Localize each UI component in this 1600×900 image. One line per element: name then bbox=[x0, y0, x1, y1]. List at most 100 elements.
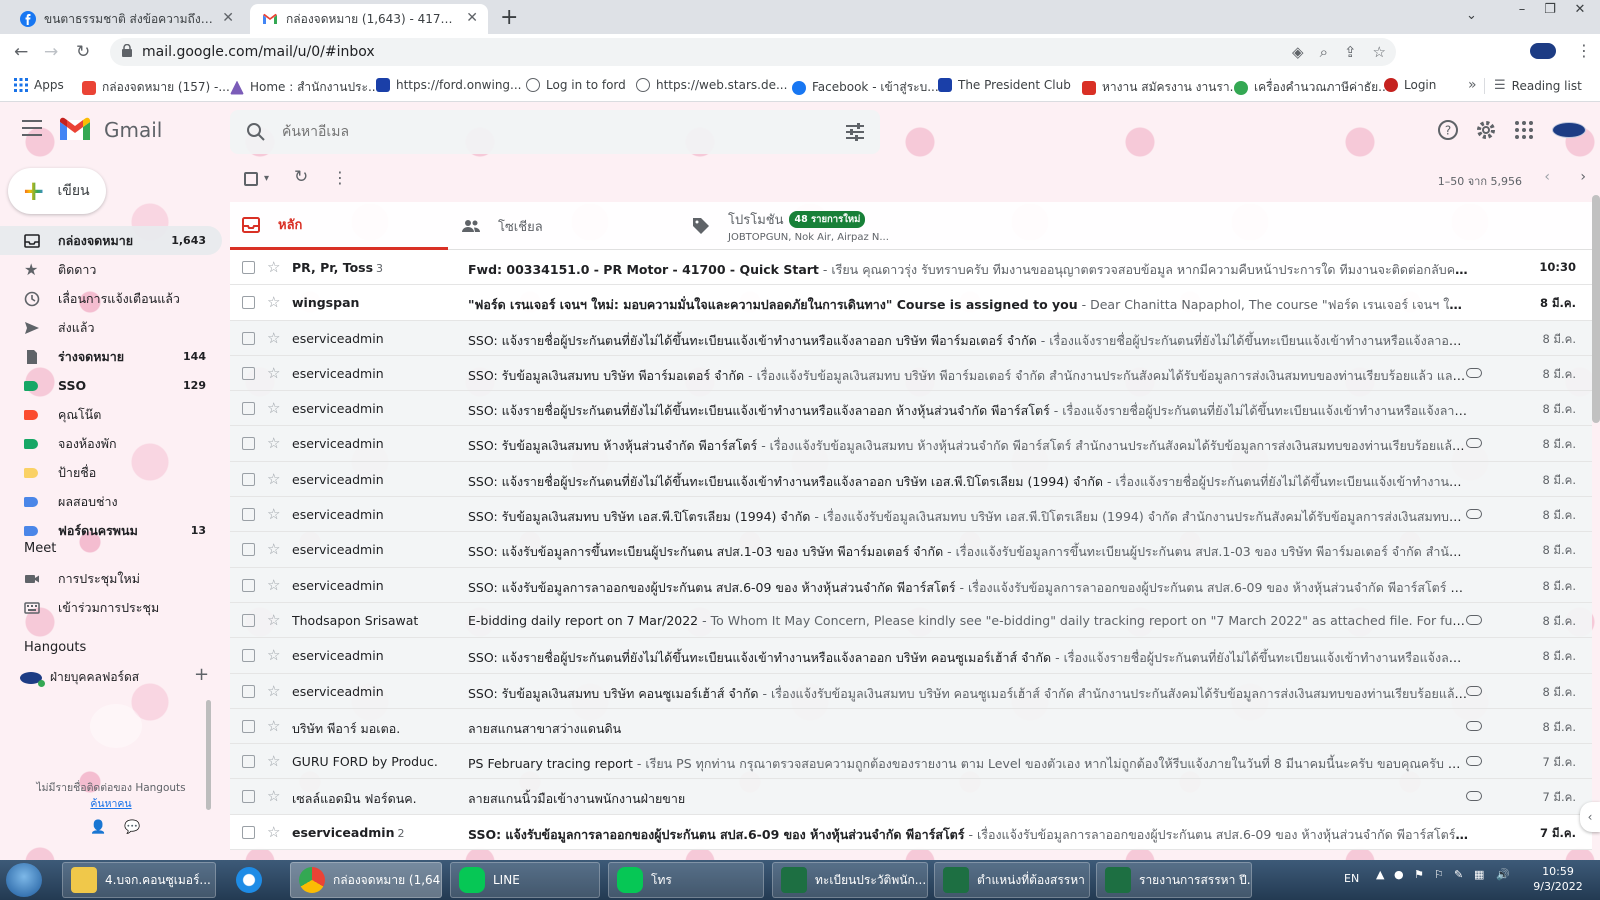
network-icon[interactable]: ▦ bbox=[1474, 868, 1484, 881]
taskbar-item-excel-3[interactable]: รายงานการสรรหา ปี... bbox=[1096, 862, 1252, 898]
star-icon[interactable]: ☆ bbox=[267, 540, 280, 558]
star-icon[interactable]: ☆ bbox=[267, 787, 280, 805]
email-row[interactable]: ☆ eserviceadmin SSO: แจ้งรายชื่อผู้ประกันต… bbox=[230, 461, 1592, 498]
search-options-icon[interactable] bbox=[846, 123, 864, 141]
hangouts-user[interactable]: ฝ่ายบุคคลฟอร์ดส bbox=[20, 668, 139, 687]
star-icon[interactable]: ☆ bbox=[267, 752, 280, 770]
row-checkbox[interactable] bbox=[242, 755, 255, 769]
chevron-left-icon[interactable]: ‹ bbox=[1580, 802, 1600, 832]
language-indicator[interactable]: EN bbox=[1344, 872, 1359, 885]
star-icon[interactable]: ☆ bbox=[267, 434, 280, 452]
sidebar-item-label-booking[interactable]: จองห้องพัก bbox=[0, 429, 222, 458]
email-row[interactable]: ☆ wingspan "ฟอร์ด เรนเจอร์ เจนฯ ใหม่: มอบค… bbox=[230, 285, 1592, 321]
new-tab-button[interactable]: + bbox=[500, 5, 518, 30]
row-checkbox[interactable] bbox=[242, 331, 255, 345]
chevron-right-icon[interactable]: › bbox=[1580, 169, 1586, 185]
account-avatar[interactable] bbox=[1552, 122, 1586, 138]
star-icon[interactable]: ☆ bbox=[267, 470, 280, 488]
main-scrollbar[interactable] bbox=[1592, 195, 1600, 423]
attachment-icon[interactable] bbox=[1466, 367, 1482, 378]
row-checkbox[interactable] bbox=[242, 508, 255, 522]
bookmark-star-icon[interactable]: ☆ bbox=[1373, 43, 1386, 61]
bookmark-gmail[interactable]: กล่องจดหมาย (157) -... bbox=[82, 78, 230, 97]
star-icon[interactable]: ☆ bbox=[267, 329, 280, 347]
tab-social[interactable]: โซเชียล bbox=[452, 202, 678, 250]
email-row[interactable]: ☆ eserviceadmin SSO: รับข้อมูลเงินสมทบ บริ… bbox=[230, 673, 1592, 709]
email-row[interactable]: ☆ เซลล์แอดมิน ฟอร์ดนค. ลายสแกนนิ้วมือเข้าง… bbox=[230, 779, 1592, 815]
meet-new-meeting[interactable]: การประชุมใหม่ bbox=[0, 564, 222, 593]
compose-button[interactable]: + เขียน bbox=[8, 168, 106, 214]
bookmark-home[interactable]: Home : สำนักงานประ... bbox=[230, 78, 379, 97]
bookmark-tax-calculator[interactable]: เครื่องคำนวณภาษีค่าธัย... bbox=[1234, 78, 1390, 97]
attachment-icon[interactable] bbox=[1466, 685, 1482, 696]
meet-join-meeting[interactable]: เข้าร่วมการประชุม bbox=[0, 593, 222, 622]
browser-tab-gmail[interactable]: กล่องจดหมาย (1,643) - 41700.hr@... ✕ bbox=[250, 4, 488, 34]
sidebar-item-label-badge[interactable]: ป้ายชื่อ bbox=[0, 458, 222, 487]
bookmark-apps[interactable]: Apps bbox=[14, 78, 64, 92]
email-row[interactable]: ☆ eserviceadmin SSO: รับข้อมูลเงินสมทบ บริ… bbox=[230, 497, 1592, 533]
row-checkbox[interactable] bbox=[242, 366, 255, 380]
taskbar-item-chrome[interactable]: กล่องจดหมาย (1,64... bbox=[290, 862, 442, 898]
volume-icon[interactable]: 🔊 bbox=[1496, 868, 1510, 881]
search-bar[interactable] bbox=[230, 110, 880, 154]
row-checkbox[interactable] bbox=[242, 402, 255, 416]
attachment-icon[interactable] bbox=[1466, 756, 1482, 767]
forward-arrow-icon[interactable]: → bbox=[44, 42, 58, 62]
sidebar-item-starred[interactable]: ★ ติดดาว bbox=[0, 255, 222, 284]
email-row[interactable]: ☆ บริษัท พีอาร์ มอเตอ. ลายสแกนสาขาสว่างแดน… bbox=[230, 708, 1592, 745]
star-icon[interactable]: ☆ bbox=[267, 682, 280, 700]
star-icon[interactable]: ☆ bbox=[267, 293, 280, 311]
star-icon[interactable]: ☆ bbox=[267, 717, 280, 735]
taskbar-item-excel-2[interactable]: ตำแหน่งที่ต้องสรรหา bbox=[934, 862, 1090, 898]
system-clock[interactable]: 10:59 9/3/2022 bbox=[1526, 864, 1590, 894]
sidebar-item-sent[interactable]: ส่งแล้ว bbox=[0, 313, 222, 342]
reading-list[interactable]: ☰ Reading list bbox=[1494, 78, 1582, 93]
show-hidden-icons-icon[interactable]: ▲ bbox=[1376, 868, 1384, 881]
taskbar-item-line[interactable]: LINE bbox=[450, 862, 600, 898]
email-row[interactable]: ☆ eserviceadmin SSO: แจ้งรายชื่อผู้ประกันต… bbox=[230, 638, 1592, 674]
browser-tab-facebook[interactable]: ขนตาธรรมชาติ ส่งข้อความถึงคุณ ✕ bbox=[8, 4, 244, 34]
email-row[interactable]: ☆ eserviceadmin SSO: รับข้อมูลเงินสมทบ ห้า… bbox=[230, 426, 1592, 462]
star-icon[interactable]: ☆ bbox=[267, 576, 280, 594]
row-checkbox[interactable] bbox=[242, 578, 255, 592]
chevron-down-icon[interactable]: ▾ bbox=[264, 173, 269, 184]
email-row[interactable]: ☆ GURU FORD by Produc. PS February tracing… bbox=[230, 744, 1592, 780]
close-window-button[interactable]: ✕ bbox=[1566, 0, 1594, 22]
sidebar-item-snoozed[interactable]: เลื่อนการแจ้งเตือนแล้ว bbox=[0, 284, 222, 313]
sidebar-item-drafts[interactable]: ร่างจดหมาย 144 bbox=[0, 342, 222, 371]
pen-icon[interactable]: ✎ bbox=[1454, 868, 1463, 881]
email-row[interactable]: ☆ eserviceadmin SSO: รับข้อมูลเงินสมทบ บริ… bbox=[230, 355, 1592, 392]
row-checkbox[interactable] bbox=[242, 543, 255, 557]
sidebar-item-label-note[interactable]: คุณโน๊ต bbox=[0, 400, 222, 429]
sidebar-scrollbar[interactable] bbox=[206, 700, 211, 810]
sidebar-item-inbox[interactable]: กล่องจดหมาย 1,643 bbox=[0, 226, 222, 255]
row-checkbox[interactable] bbox=[242, 437, 255, 451]
row-checkbox[interactable] bbox=[242, 649, 255, 663]
chevron-down-icon[interactable]: ⌄ bbox=[1466, 8, 1477, 23]
person-icon[interactable]: 👤 bbox=[90, 820, 106, 835]
chevron-double-right-icon[interactable]: » bbox=[1468, 77, 1477, 93]
add-contact-plus-icon[interactable]: + bbox=[194, 664, 209, 685]
antivirus-icon[interactable]: ● bbox=[1394, 868, 1404, 881]
taskbar-item-folder[interactable]: 4.บจก.คอนซูเมอร์... bbox=[62, 862, 216, 898]
star-icon[interactable]: ☆ bbox=[267, 646, 280, 664]
bookmark-facebook[interactable]: Facebook - เข้าสู่ระบ... bbox=[792, 78, 939, 97]
restore-button[interactable]: ❐ bbox=[1536, 0, 1564, 22]
chat-bubble-icon[interactable]: 💬 bbox=[124, 820, 140, 835]
attachment-icon[interactable] bbox=[1466, 720, 1482, 731]
star-icon[interactable]: ☆ bbox=[267, 258, 280, 276]
share-icon[interactable]: ⇪ bbox=[1344, 43, 1357, 61]
menu-icon[interactable] bbox=[22, 120, 42, 136]
bookmark-login-ford[interactable]: Log in to ford bbox=[526, 78, 626, 92]
taskbar-item-ie[interactable] bbox=[228, 862, 278, 898]
tab-primary[interactable]: หลัก bbox=[230, 202, 448, 250]
refresh-icon[interactable]: ↻ bbox=[294, 167, 308, 187]
bookmark-president-club[interactable]: The President Club bbox=[938, 78, 1071, 92]
profile-avatar[interactable] bbox=[1530, 43, 1556, 59]
windows-start-button[interactable] bbox=[6, 863, 42, 897]
find-people-link[interactable]: ค้นหาคน bbox=[0, 796, 222, 812]
more-vert-icon[interactable]: ⋮ bbox=[332, 168, 348, 187]
google-apps-icon[interactable] bbox=[1512, 118, 1536, 142]
search-input[interactable] bbox=[282, 121, 802, 143]
chevron-left-icon[interactable]: ‹ bbox=[1544, 169, 1550, 185]
